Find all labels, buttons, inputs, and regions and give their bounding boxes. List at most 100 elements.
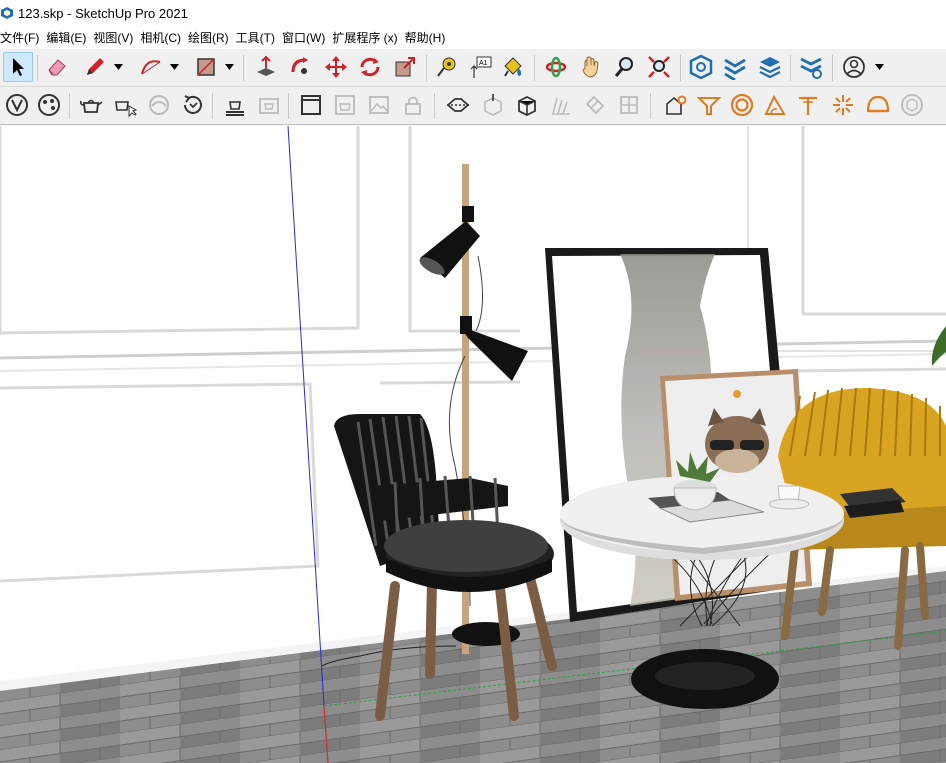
tape-measure-icon — [437, 57, 456, 77]
menu-help[interactable]: 帮助(H) — [405, 29, 453, 46]
menu-extensions[interactable]: 扩展程序 (x) — [332, 29, 404, 46]
teapot-icon — [80, 99, 103, 113]
window-title: 123.skp - SketchUp Pro 2021 — [18, 5, 188, 21]
title-bar: 123.skp - SketchUp Pro 2021 — [0, 0, 946, 26]
box-export-button[interactable] — [478, 90, 508, 120]
push-pull-icon — [257, 55, 275, 76]
dome-button[interactable] — [863, 90, 893, 120]
ruler-triangle-icon — [764, 94, 786, 115]
toolbar-separator — [426, 55, 427, 81]
arc-dropdown[interactable] — [168, 52, 180, 82]
menu-camera[interactable]: 相机(C) — [140, 29, 188, 46]
select-tool-button[interactable] — [3, 52, 33, 82]
rotate-icon — [360, 57, 380, 77]
follow-me-icon — [291, 57, 308, 74]
warehouse-button[interactable] — [686, 52, 716, 82]
t-post-icon — [799, 96, 817, 115]
sphere-button[interactable] — [897, 90, 927, 120]
window-button[interactable] — [296, 90, 326, 120]
push-pull-tool-button[interactable] — [251, 52, 281, 82]
image-button[interactable] — [364, 90, 394, 120]
toolbar-separator — [680, 55, 681, 81]
sketchup-app-icon — [1, 7, 13, 19]
menu-edit[interactable]: 编辑(E) — [46, 29, 93, 46]
house-gear-button[interactable] — [661, 90, 691, 120]
orbit-tool-button[interactable] — [541, 52, 571, 82]
teapot-box-icon — [335, 95, 355, 115]
teapot-button[interactable] — [76, 90, 106, 120]
arc-tool-button[interactable] — [136, 52, 166, 82]
chevron-down-icon — [874, 64, 884, 70]
menu-view[interactable]: 视图(V) — [93, 29, 140, 46]
image-icon — [369, 96, 389, 114]
extension-warehouse-button[interactable] — [720, 52, 750, 82]
teapot-box-button[interactable] — [330, 90, 360, 120]
move-tool-button[interactable] — [321, 52, 351, 82]
hatch-icon — [552, 97, 570, 115]
hidden-button[interactable] — [144, 90, 174, 120]
extension-warehouse-icon — [724, 58, 746, 80]
rectangle-dropdown[interactable] — [223, 52, 235, 82]
pan-icon — [582, 56, 599, 78]
paint-bucket-tool-button[interactable] — [498, 52, 528, 82]
follow-me-tool-button[interactable] — [286, 52, 316, 82]
menu-file[interactable]: 文件(F) — [0, 29, 46, 46]
rectangle-tool-button[interactable] — [191, 52, 221, 82]
account-button[interactable] — [839, 52, 869, 82]
burst-button[interactable] — [828, 90, 858, 120]
funnel-button[interactable] — [694, 90, 724, 120]
menu-window[interactable]: 窗口(W) — [282, 29, 332, 46]
zoom-icon — [614, 57, 633, 77]
box-export-icon — [484, 94, 502, 116]
drawing-viewport[interactable] — [0, 126, 946, 763]
toolbar-separator — [243, 55, 244, 81]
rotate-tool-button[interactable] — [355, 52, 385, 82]
layout-button[interactable] — [755, 52, 785, 82]
menu-bar: 文件(F) 编辑(E) 视图(V) 相机(C) 绘图(R) 工具(T) 窗口(W… — [0, 26, 946, 48]
toolbar-separator — [212, 93, 213, 119]
menu-tools[interactable]: 工具(T) — [236, 29, 282, 46]
box-solid-button[interactable] — [512, 90, 542, 120]
rectangle-icon — [197, 58, 215, 76]
styles-button[interactable] — [34, 90, 64, 120]
scale-icon — [395, 57, 415, 77]
menu-draw[interactable]: 绘图(R) — [188, 29, 236, 46]
grid-button[interactable] — [614, 90, 644, 120]
t-post-button[interactable] — [793, 90, 823, 120]
scene-button[interactable] — [220, 90, 250, 120]
pencil-line-icon — [87, 58, 104, 75]
secondary-toolbar — [0, 87, 946, 125]
scale-tool-button[interactable] — [390, 52, 420, 82]
sandbox-icon — [6, 94, 28, 116]
account-dropdown[interactable] — [873, 52, 885, 82]
line-tool-button[interactable] — [80, 52, 110, 82]
lock-button[interactable] — [398, 90, 428, 120]
hidden-icon — [149, 95, 169, 115]
text-tool-button[interactable]: A1 — [466, 52, 496, 82]
circle-ring-button[interactable] — [727, 90, 757, 120]
line-dropdown[interactable] — [112, 52, 124, 82]
zoom-tool-button[interactable] — [610, 52, 640, 82]
scene-2-button[interactable] — [254, 90, 284, 120]
eraser-tool-button[interactable] — [42, 52, 72, 82]
refresh-button[interactable] — [178, 90, 208, 120]
hatch-button[interactable] — [546, 90, 576, 120]
section-button[interactable] — [443, 90, 473, 120]
fold-icon — [585, 95, 605, 115]
chevron-down-icon — [169, 64, 179, 70]
extension-manager-icon — [800, 57, 822, 79]
toolbar-separator — [37, 55, 38, 81]
teapot-click-button[interactable] — [110, 90, 140, 120]
text-label-icon: A1 — [470, 56, 492, 78]
toolbar-separator — [534, 55, 535, 81]
zoom-extents-tool-button[interactable] — [644, 52, 674, 82]
pan-tool-button[interactable] — [576, 52, 606, 82]
fold-button[interactable] — [580, 90, 610, 120]
sandbox-button[interactable] — [2, 90, 32, 120]
extension-manager-button[interactable] — [796, 52, 826, 82]
ruler-triangle-button[interactable] — [760, 90, 790, 120]
window-icon — [301, 95, 321, 115]
tape-measure-tool-button[interactable] — [432, 52, 462, 82]
circle-ring-icon — [730, 93, 754, 117]
house-gear-icon — [666, 95, 687, 115]
